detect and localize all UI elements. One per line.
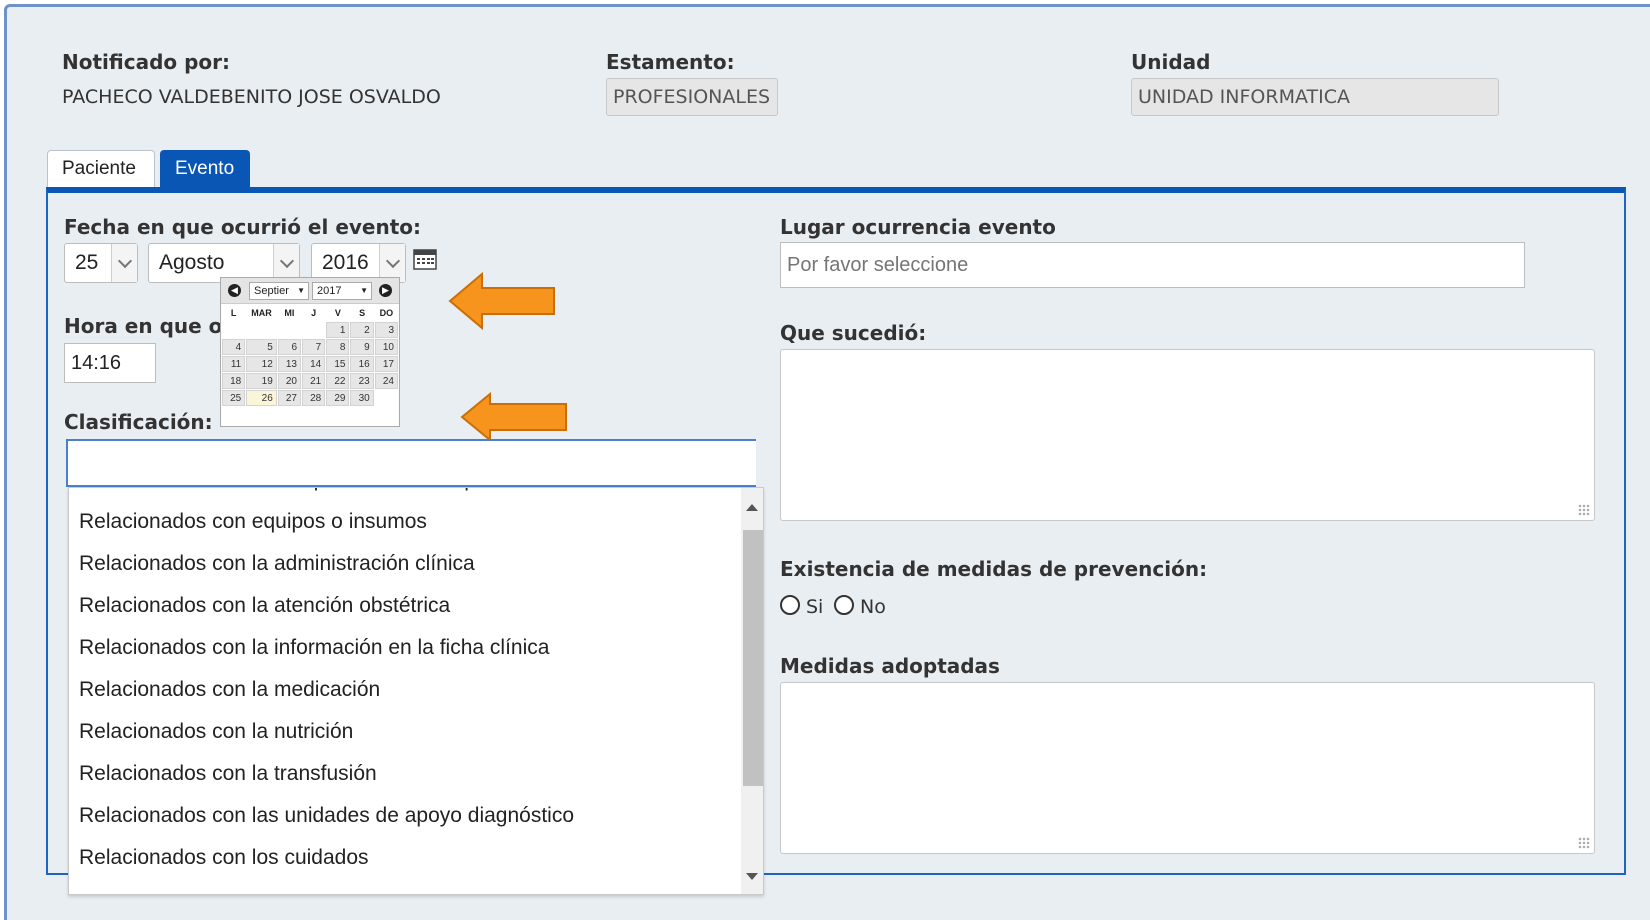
day-cell[interactable]: 20 xyxy=(277,373,301,389)
weekday-header: MI xyxy=(284,308,295,318)
datepicker-year-select[interactable]: 2017 ▼ xyxy=(312,282,372,300)
datepicker-year: 2017 xyxy=(317,285,342,297)
medidas-label: Medidas adoptadas xyxy=(780,654,1000,678)
weekday-header: S xyxy=(359,308,366,318)
notificado-label: Notificado por: xyxy=(62,50,231,74)
day-select[interactable]: 25 xyxy=(64,243,138,283)
callout-arrow-icon xyxy=(460,392,567,442)
weekday-header: MAR xyxy=(251,308,272,318)
day-cell[interactable]: 18 xyxy=(222,373,246,389)
clasificacion-label: Clasificación: xyxy=(64,410,213,434)
lugar-label: Lugar ocurrencia evento xyxy=(780,215,1056,239)
list-item[interactable]: Relacionados con la nutrición xyxy=(79,720,353,744)
month-value: Agosto xyxy=(159,251,225,274)
medidas-textarea[interactable] xyxy=(780,682,1595,854)
unidad-label: Unidad xyxy=(1131,50,1211,74)
weekday-header: L xyxy=(230,308,237,318)
resize-grip-icon[interactable] xyxy=(1578,837,1590,849)
day-cell[interactable]: 2 xyxy=(350,322,374,338)
day-cell[interactable]: 8 xyxy=(326,339,350,355)
prevencion-label: Existencia de medidas de prevención: xyxy=(780,557,1208,581)
day-cell[interactable]: 7 xyxy=(302,339,326,355)
datepicker-grid: L MAR MI J V S DO 1 2 3 4 5 6 7 8 9 10 11 12 13 14 15 16 17 18 1… xyxy=(221,304,399,407)
day-cell[interactable]: 12 xyxy=(246,356,277,372)
si-label: Si xyxy=(806,596,824,618)
list-item[interactable]: Relacionados con la administración clíni… xyxy=(79,552,475,576)
day-cell[interactable]: 16 xyxy=(350,356,374,372)
resize-grip-icon[interactable] xyxy=(1578,504,1590,516)
day-cell[interactable]: 21 xyxy=(302,373,326,389)
list-item[interactable]: Relacionados con la información en la fi… xyxy=(79,636,549,660)
day-cell[interactable]: 22 xyxy=(326,373,350,389)
weekday-header: DO xyxy=(379,308,394,318)
day-cell[interactable]: 6 xyxy=(277,339,301,355)
day-cell[interactable]: 5 xyxy=(246,339,277,355)
day-cell[interactable]: 25 xyxy=(222,390,246,406)
day-cell[interactable]: 13 xyxy=(277,356,301,372)
callout-arrow-icon xyxy=(448,272,555,330)
calendar-icon[interactable] xyxy=(413,248,437,270)
day-cell[interactable]: 3 xyxy=(374,322,398,338)
estamento-label: Estamento: xyxy=(606,50,735,74)
chevron-down-icon xyxy=(111,244,137,282)
day-cell[interactable]: 11 xyxy=(222,356,246,372)
list-item[interactable]: Relacionados con el comportamiento del p… xyxy=(79,488,544,492)
hora-input[interactable]: 14:16 xyxy=(64,343,156,383)
prev-month-icon[interactable]: ◀ xyxy=(228,284,241,297)
fecha-label: Fecha en que ocurrió el evento: xyxy=(64,215,422,239)
si-radio[interactable] xyxy=(780,595,800,615)
empty-day-cell xyxy=(278,322,301,338)
day-cell[interactable]: 27 xyxy=(277,390,301,406)
datepicker-popup: ◀ Septier ▼ 2017 ▼ ▶ L MAR MI J V S DO 123456789… xyxy=(220,277,400,427)
day-cell[interactable]: 26 xyxy=(246,390,277,406)
day-cell[interactable]: 9 xyxy=(350,339,374,355)
weekday-header: J xyxy=(311,308,317,318)
datepicker-month: Septier xyxy=(254,285,289,297)
no-label: No xyxy=(860,596,886,618)
empty-day-cell xyxy=(246,322,277,338)
day-cell[interactable]: 17 xyxy=(374,356,398,372)
notificado-value: PACHECO VALDEBENITO JOSE OSVALDO xyxy=(62,86,441,108)
no-radio[interactable] xyxy=(834,595,854,615)
list-scrollbar[interactable] xyxy=(741,488,763,894)
que-sucedio-textarea[interactable] xyxy=(780,349,1595,521)
day-cell[interactable]: 10 xyxy=(374,339,398,355)
unidad-field[interactable]: UNIDAD INFORMATICA xyxy=(1131,78,1499,116)
datepicker-header: ◀ Septier ▼ 2017 ▼ ▶ xyxy=(221,278,399,304)
empty-day-cell xyxy=(375,390,398,406)
year-value: 2016 xyxy=(322,251,369,274)
scroll-up-icon[interactable] xyxy=(746,504,758,511)
day-cell[interactable]: 24 xyxy=(374,373,398,389)
empty-day-cell xyxy=(302,322,325,338)
day-cell[interactable]: 19 xyxy=(246,373,277,389)
tab-paciente[interactable]: Paciente xyxy=(47,150,155,188)
list-item[interactable]: Relacionados con las unidades de apoyo d… xyxy=(79,804,574,828)
scrollbar-thumb[interactable] xyxy=(743,530,763,786)
datepicker-month-select[interactable]: Septier ▼ xyxy=(249,282,309,300)
day-cell[interactable]: 28 xyxy=(302,390,326,406)
empty-day-cell xyxy=(222,322,245,338)
estamento-field[interactable]: PROFESIONALES U xyxy=(606,78,778,116)
list-item[interactable]: Relacionados con los cuidados xyxy=(79,846,369,870)
scroll-down-icon[interactable] xyxy=(746,873,758,880)
next-month-icon[interactable]: ▶ xyxy=(379,284,392,297)
lugar-select[interactable] xyxy=(780,242,1525,288)
list-item[interactable]: Relacionados con la atención obstétrica xyxy=(79,594,450,618)
day-cell[interactable]: 23 xyxy=(350,373,374,389)
clasificacion-dropdown-list: Relacionados con el comportamiento del p… xyxy=(68,487,764,895)
tab-evento[interactable]: Evento xyxy=(160,150,250,188)
clasificacion-input[interactable] xyxy=(66,439,756,487)
day-cell[interactable]: 30 xyxy=(350,390,374,406)
list-item[interactable]: Relacionados con la transfusión xyxy=(79,762,377,786)
list-item[interactable]: Relacionados con la medicación xyxy=(79,678,380,702)
day-cell[interactable]: 14 xyxy=(302,356,326,372)
day-cell[interactable]: 4 xyxy=(222,339,246,355)
day-cell[interactable]: 15 xyxy=(326,356,350,372)
weekday-header: V xyxy=(334,308,341,318)
list-item[interactable]: Relacionados con equipos o insumos xyxy=(79,510,427,534)
day-cell[interactable]: 1 xyxy=(326,322,350,338)
day-cell[interactable]: 29 xyxy=(326,390,350,406)
day-value: 25 xyxy=(75,251,99,274)
que-sucedio-label: Que sucedió: xyxy=(780,321,927,345)
